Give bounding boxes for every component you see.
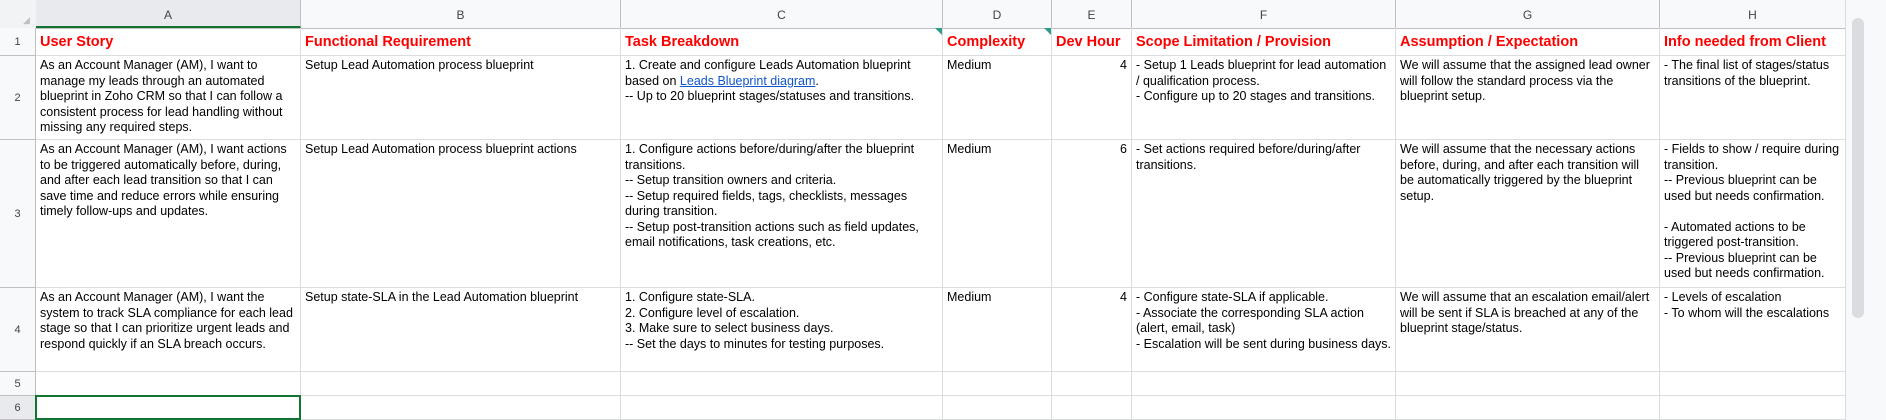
row-header-5[interactable]: 5 (0, 372, 36, 396)
row-header-3[interactable]: 3 (0, 140, 36, 288)
column-header-b[interactable]: B (301, 0, 621, 28)
column-header-row: ◢ A B C D E F G H (0, 0, 1846, 29)
cell-functional-requirement[interactable]: Setup Lead Automation process blueprint (301, 56, 621, 140)
header-functional-requirement[interactable]: Functional Requirement (301, 28, 621, 56)
cell-complexity[interactable]: Medium (943, 56, 1052, 140)
cell-complexity[interactable]: Medium (943, 140, 1052, 288)
column-header-h[interactable]: H (1660, 0, 1846, 28)
empty-cell[interactable] (301, 396, 621, 420)
column-header-d[interactable]: D (943, 0, 1052, 28)
header-assumption[interactable]: Assumption / Expectation (1396, 28, 1660, 56)
cell-dev-hour[interactable]: 4 (1052, 56, 1132, 140)
row-header-1[interactable]: 1 (0, 28, 36, 56)
select-all-icon: ◢ (23, 15, 30, 25)
cell-task-breakdown[interactable]: 1. Create and configure Leads Automation… (621, 56, 943, 140)
empty-cell[interactable] (621, 372, 943, 396)
empty-cell[interactable] (1052, 396, 1132, 420)
header-info-needed[interactable]: Info needed from Client (1660, 28, 1846, 56)
cell-functional-requirement[interactable]: Setup Lead Automation process blueprint … (301, 140, 621, 288)
column-header-a[interactable]: A (36, 0, 301, 28)
cell-complexity[interactable]: Medium (943, 288, 1052, 372)
header-complexity-text: Complexity (947, 34, 1026, 50)
select-all-corner[interactable]: ◢ (0, 0, 37, 28)
empty-cell[interactable] (1052, 372, 1132, 396)
header-dev-hour[interactable]: Dev Hour (1052, 28, 1132, 56)
cell-task-breakdown[interactable]: 1. Configure actions before/during/after… (621, 140, 943, 288)
column-header-e[interactable]: E (1052, 0, 1132, 28)
empty-cell[interactable] (943, 396, 1052, 420)
empty-cell[interactable] (1396, 396, 1660, 420)
scrollbar-thumb[interactable] (1852, 18, 1864, 318)
cell-scope[interactable]: - Set actions required before/during/aft… (1132, 140, 1396, 288)
active-cell-selection (35, 395, 301, 420)
spreadsheet: ◢ A B C D E F G H 1 2 3 4 5 6 User Story… (0, 0, 1886, 420)
empty-cell[interactable] (301, 372, 621, 396)
header-user-story[interactable]: User Story (36, 28, 301, 56)
column-header-f[interactable]: F (1132, 0, 1396, 28)
cell-scope[interactable]: - Setup 1 Leads blueprint for lead autom… (1132, 56, 1396, 140)
comment-marker-icon[interactable] (1044, 28, 1051, 35)
comment-marker-icon[interactable] (935, 28, 942, 35)
empty-cell[interactable] (1660, 372, 1846, 396)
header-task-breakdown[interactable]: Task Breakdown (621, 28, 943, 56)
cell-dev-hour[interactable]: 4 (1052, 288, 1132, 372)
empty-cell[interactable] (943, 372, 1052, 396)
header-complexity[interactable]: Complexity (943, 28, 1052, 56)
cell-info-needed[interactable]: - Levels of escalation - To whom will th… (1660, 288, 1846, 372)
cell-task-breakdown[interactable]: 1. Configure state-SLA. 2. Configure lev… (621, 288, 943, 372)
cell-user-story[interactable]: As an Account Manager (AM), I want to ma… (36, 56, 301, 140)
cell-assumption[interactable]: We will assume that the necessary action… (1396, 140, 1660, 288)
cell-info-needed[interactable]: - Fields to show / require during transi… (1660, 140, 1846, 288)
vertical-scrollbar[interactable] (1845, 0, 1886, 420)
cell-assumption[interactable]: We will assume that an escalation email/… (1396, 288, 1660, 372)
empty-cell[interactable] (1132, 396, 1396, 420)
row-header-4[interactable]: 4 (0, 288, 36, 372)
cell-user-story[interactable]: As an Account Manager (AM), I want the s… (36, 288, 301, 372)
empty-cell[interactable] (1396, 372, 1660, 396)
column-header-g[interactable]: G (1396, 0, 1660, 28)
empty-cell[interactable] (1660, 396, 1846, 420)
cell-info-needed[interactable]: - The final list of stages/status transi… (1660, 56, 1846, 140)
header-task-breakdown-text: Task Breakdown (625, 34, 740, 50)
leads-blueprint-diagram-link[interactable]: Leads Blueprint diagram (680, 74, 816, 88)
row-header-2[interactable]: 2 (0, 56, 36, 140)
empty-cell[interactable] (1132, 372, 1396, 396)
row-header-6[interactable]: 6 (0, 396, 36, 420)
empty-cell[interactable] (36, 372, 301, 396)
cell-dev-hour[interactable]: 6 (1052, 140, 1132, 288)
cell-assumption[interactable]: We will assume that the assigned lead ow… (1396, 56, 1660, 140)
header-scope-limitation[interactable]: Scope Limitation / Provision (1132, 28, 1396, 56)
cell-user-story[interactable]: As an Account Manager (AM), I want actio… (36, 140, 301, 288)
cell-functional-requirement[interactable]: Setup state-SLA in the Lead Automation b… (301, 288, 621, 372)
column-header-c[interactable]: C (621, 0, 943, 28)
cell-scope[interactable]: - Configure state-SLA if applicable. - A… (1132, 288, 1396, 372)
empty-cell[interactable] (621, 396, 943, 420)
